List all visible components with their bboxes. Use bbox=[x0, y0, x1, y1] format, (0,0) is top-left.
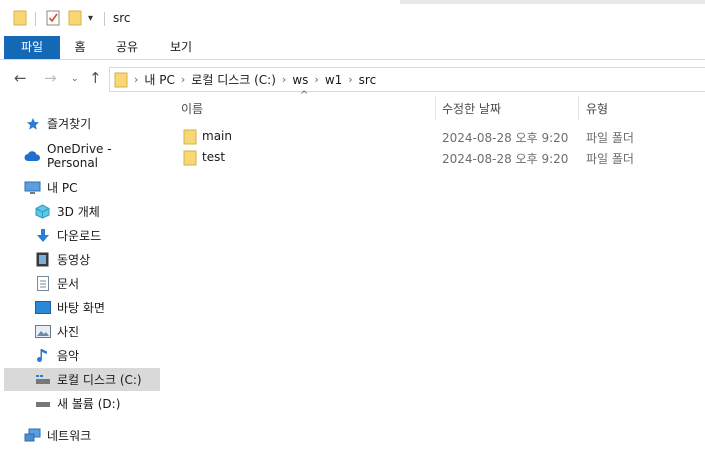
up-arrow-icon[interactable]: ↑ bbox=[89, 69, 102, 87]
customize-toolbar-dropdown-icon[interactable]: ▾ bbox=[88, 9, 93, 27]
navigation-bar: ← → ⌄ ↑ › 내 PC › 로컬 디스크 (C:) › ws › w1 ›… bbox=[0, 60, 705, 96]
breadcrumb-chevron-icon[interactable]: › bbox=[181, 73, 185, 86]
desktop-icon bbox=[34, 300, 51, 315]
breadcrumb: › 내 PC › 로컬 디스크 (C:) › ws › w1 › src bbox=[112, 70, 376, 89]
back-arrow-icon[interactable]: ← bbox=[14, 69, 27, 87]
sidebar-item-pictures[interactable]: 사진 bbox=[34, 320, 160, 343]
new-folder-icon[interactable] bbox=[68, 9, 82, 27]
cube-icon bbox=[34, 204, 51, 219]
properties-check-icon[interactable] bbox=[46, 9, 60, 27]
ribbon-tabs: 파일 홈 공유 보기 bbox=[0, 36, 705, 60]
title-bar: ▾ src bbox=[0, 0, 705, 34]
star-icon bbox=[24, 116, 41, 131]
file-type: 파일 폴더 bbox=[586, 131, 634, 145]
sidebar-item-label: 내 PC bbox=[47, 181, 78, 195]
file-name: test bbox=[202, 150, 226, 164]
sidebar-item-label: 네트워크 bbox=[47, 429, 92, 443]
drive-icon bbox=[34, 372, 51, 387]
folder-icon bbox=[183, 129, 197, 148]
file-type: 파일 폴더 bbox=[586, 152, 634, 166]
window-title: src bbox=[113, 11, 131, 25]
breadcrumb-chevron-icon[interactable]: › bbox=[282, 73, 286, 86]
sidebar-item-label: 3D 개체 bbox=[57, 205, 100, 219]
file-date: 2024-08-28 오후 9:20 bbox=[442, 152, 569, 166]
drive-icon bbox=[34, 396, 51, 411]
sidebar-item-new-volume-d[interactable]: 새 볼륨 (D:) bbox=[34, 392, 160, 415]
forward-arrow-icon[interactable]: → bbox=[44, 69, 57, 87]
sidebar-item-label: 음악 bbox=[57, 349, 80, 363]
breadcrumb-item[interactable]: w1 bbox=[325, 73, 342, 87]
folder-icon bbox=[13, 9, 27, 27]
sidebar-item-label: 즐겨찾기 bbox=[47, 117, 92, 131]
monitor-icon bbox=[24, 180, 41, 195]
column-divider[interactable] bbox=[435, 96, 436, 120]
folder-icon bbox=[114, 72, 128, 88]
toolbar-separator bbox=[104, 12, 105, 26]
sidebar-item-label: 다운로드 bbox=[57, 229, 102, 243]
tab-share[interactable]: 공유 bbox=[106, 36, 148, 59]
sidebar-item-label: OneDrive - Personal bbox=[47, 141, 112, 170]
document-icon bbox=[34, 276, 51, 291]
sidebar-item-local-disk-c[interactable]: 로컬 디스크 (C:) bbox=[4, 368, 160, 391]
sidebar-item-onedrive[interactable]: OneDrive - Personal bbox=[24, 141, 160, 170]
file-name: main bbox=[202, 129, 232, 143]
column-header-date[interactable]: 수정한 날짜 bbox=[442, 100, 501, 117]
column-header-type[interactable]: 유형 bbox=[586, 100, 608, 117]
sidebar-item-3d-objects[interactable]: 3D 개체 bbox=[34, 200, 160, 223]
tab-view[interactable]: 보기 bbox=[160, 36, 202, 59]
sidebar-item-music[interactable]: 음악 bbox=[34, 344, 160, 367]
sidebar-item-this-pc[interactable]: 내 PC bbox=[24, 176, 160, 199]
sidebar-item-label: 로컬 디스크 (C:) bbox=[57, 373, 142, 387]
cloud-icon bbox=[24, 148, 41, 163]
breadcrumb-chevron-icon[interactable]: › bbox=[348, 73, 352, 86]
download-arrow-icon bbox=[34, 228, 51, 243]
title-bar-strip bbox=[400, 0, 705, 4]
sidebar-item-label: 사진 bbox=[57, 325, 80, 339]
column-header-name[interactable]: 이름 bbox=[181, 100, 203, 117]
recent-locations-chevron-icon[interactable]: ⌄ bbox=[71, 74, 79, 84]
breadcrumb-chevron-icon[interactable]: › bbox=[134, 73, 138, 86]
breadcrumb-item[interactable]: src bbox=[359, 73, 377, 87]
column-divider[interactable] bbox=[578, 96, 579, 120]
toolbar-separator bbox=[35, 12, 36, 26]
film-icon bbox=[34, 252, 51, 267]
tab-home[interactable]: 홈 bbox=[63, 36, 97, 59]
file-date: 2024-08-28 오후 9:20 bbox=[442, 131, 569, 145]
sidebar-item-label: 동영상 bbox=[57, 253, 91, 267]
breadcrumb-item[interactable]: 내 PC bbox=[144, 71, 174, 88]
network-icon bbox=[24, 428, 41, 443]
folder-icon bbox=[183, 150, 197, 169]
tab-file[interactable]: 파일 bbox=[4, 36, 60, 59]
table-row[interactable]: test 2024-08-28 오후 9:20 파일 폴더 bbox=[170, 147, 705, 168]
sidebar-item-documents[interactable]: 문서 bbox=[34, 272, 160, 295]
breadcrumb-item[interactable]: 로컬 디스크 (C:) bbox=[191, 71, 276, 88]
sort-ascending-icon: ^ bbox=[300, 90, 309, 101]
sidebar-item-downloads[interactable]: 다운로드 bbox=[34, 224, 160, 247]
sidebar-item-quick-access[interactable]: 즐겨찾기 bbox=[24, 112, 160, 135]
sidebar-item-label: 바탕 화면 bbox=[57, 301, 105, 315]
breadcrumb-item[interactable]: ws bbox=[292, 73, 308, 87]
sidebar-item-label: 문서 bbox=[57, 277, 80, 291]
sidebar-item-network[interactable]: 네트워크 bbox=[24, 424, 160, 447]
sidebar-item-desktop[interactable]: 바탕 화면 bbox=[34, 296, 160, 319]
music-note-icon bbox=[34, 348, 51, 363]
address-bar[interactable]: › 내 PC › 로컬 디스크 (C:) › ws › w1 › src bbox=[109, 67, 705, 92]
table-row[interactable]: main 2024-08-28 오후 9:20 파일 폴더 bbox=[170, 126, 705, 147]
sidebar-item-label: 새 볼륨 (D:) bbox=[57, 397, 121, 411]
breadcrumb-chevron-icon[interactable]: › bbox=[314, 73, 318, 86]
list-header: ^ 이름 수정한 날짜 유형 bbox=[170, 90, 705, 120]
picture-icon bbox=[34, 324, 51, 339]
navigation-pane: 즐겨찾기 OneDrive - Personal 내 PC 3D 개체 다운로드… bbox=[0, 100, 166, 465]
sidebar-item-videos[interactable]: 동영상 bbox=[34, 248, 160, 271]
